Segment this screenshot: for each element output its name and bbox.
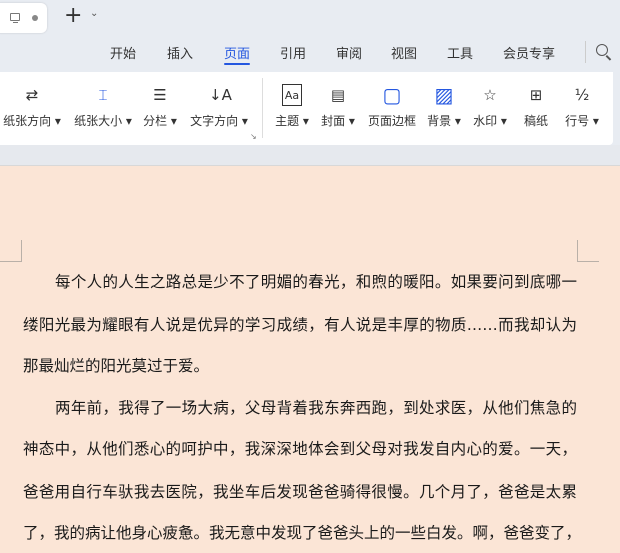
- background-icon: ▨: [434, 83, 454, 107]
- margin-corner-mark: [577, 240, 599, 262]
- label: 行号 ▾: [565, 114, 599, 128]
- label: 页面边框: [367, 114, 416, 128]
- tab-references[interactable]: 引用: [280, 43, 306, 62]
- divider: [585, 41, 586, 63]
- label: 水印 ▾: [473, 114, 507, 128]
- paragraph-line: 两年前，我得了一场大病，父母背着我东奔西跑，到处求医，从他们焦急的: [55, 399, 577, 417]
- manuscript-paper-button[interactable]: ⊞ 稿纸: [516, 72, 556, 145]
- label: 背景 ▾: [427, 114, 461, 128]
- manuscript-icon: ⊞: [529, 86, 543, 104]
- text-direction-icon: ↓A: [209, 86, 232, 104]
- paper-orientation-button[interactable]: ⇄ 纸张方向 ▾: [2, 72, 62, 145]
- theme-icon: Aa: [282, 84, 302, 106]
- tab-member[interactable]: 会员专享: [503, 43, 555, 62]
- search-icon[interactable]: [596, 44, 608, 56]
- label: 纸张方向 ▾: [3, 114, 61, 128]
- orientation-icon: ⇄: [25, 86, 39, 104]
- paragraph-line: 那最灿烂的阳光莫过于爱。: [23, 357, 210, 375]
- ribbon-divider: [262, 78, 263, 138]
- page-border-icon: ▢: [382, 83, 402, 107]
- margin-corner-mark: [0, 240, 22, 262]
- paragraph-line: 缕阳光最为耀眼有人说是优异的学习成绩，有人说是丰厚的物质……而我却认为: [23, 316, 577, 334]
- tab-tools[interactable]: 工具: [447, 43, 473, 62]
- tab-start[interactable]: 开始: [110, 43, 136, 62]
- paper-size-button[interactable]: ⌶ 纸张大小 ▾: [72, 72, 134, 145]
- dialog-launcher-icon[interactable]: ↘: [250, 132, 257, 141]
- paragraph-line: 神态中，从他们悉心的呵护中，我深深地体会到父母对我发自内心的爱。一天，: [23, 440, 577, 458]
- label: 稿纸: [523, 114, 548, 128]
- watermark-icon: ☆: [483, 86, 497, 104]
- paragraph-line: 每个人的人生之路总是少不了明媚的春光，和煦的暖阳。如果要问到底哪一: [55, 273, 577, 291]
- monitor-icon: [10, 13, 20, 24]
- unsaved-dot-icon: [32, 15, 38, 21]
- tab-review[interactable]: 审阅: [336, 43, 362, 62]
- cover-icon: ▤: [330, 86, 346, 104]
- document-tab[interactable]: [0, 3, 47, 33]
- label: 主题 ▾: [275, 114, 309, 128]
- label: 文字方向 ▾: [190, 114, 248, 128]
- document-page[interactable]: 每个人的人生之路总是少不了明媚的春光，和煦的暖阳。如果要问到底哪一 缕阳光最为耀…: [0, 166, 620, 553]
- paper-size-icon: ⌶: [98, 86, 108, 104]
- columns-button[interactable]: ☰ 分栏 ▾: [140, 72, 180, 145]
- paragraph-line: 爸爸用自行车驮我去医院，我坐车后发现爸爸骑得很慢。几个月了，爸爸是太累: [23, 483, 577, 501]
- label: 封面 ▾: [321, 114, 355, 128]
- label: 分栏 ▾: [143, 114, 177, 128]
- tab-insert[interactable]: 插入: [167, 43, 193, 62]
- page-border-button[interactable]: ▢ 页面边框: [364, 72, 420, 145]
- background-button[interactable]: ▨ 背景 ▾: [424, 72, 464, 145]
- ribbon: ⇄ 纸张方向 ▾ ⌶ 纸张大小 ▾ ☰ 分栏 ▾ ↓A 文字方向 ▾ Aa 主题 ▾ ▤ 封…: [0, 72, 613, 145]
- line-numbers-icon: ½: [574, 86, 590, 104]
- watermark-button[interactable]: ☆ 水印 ▾: [470, 72, 510, 145]
- ruler-area: [0, 145, 620, 166]
- line-numbers-button[interactable]: ½ 行号 ▾: [562, 72, 602, 145]
- paragraph-line: 了，我的病让他身心疲惫。我无意中发现了爸爸头上的一些白发。啊，爸爸变了，: [23, 524, 577, 542]
- label: 纸张大小 ▾: [74, 114, 132, 128]
- theme-button[interactable]: Aa 主题 ▾: [272, 72, 312, 145]
- text-direction-button[interactable]: ↓A 文字方向 ▾: [187, 72, 251, 145]
- columns-icon: ☰: [153, 86, 167, 104]
- new-tab-button[interactable]: +: [64, 4, 82, 28]
- chevron-down-icon[interactable]: ⌄: [90, 8, 98, 19]
- tab-view[interactable]: 视图: [391, 43, 417, 62]
- tab-page[interactable]: 页面: [224, 43, 251, 65]
- cover-button[interactable]: ▤ 封面 ▾: [318, 72, 358, 145]
